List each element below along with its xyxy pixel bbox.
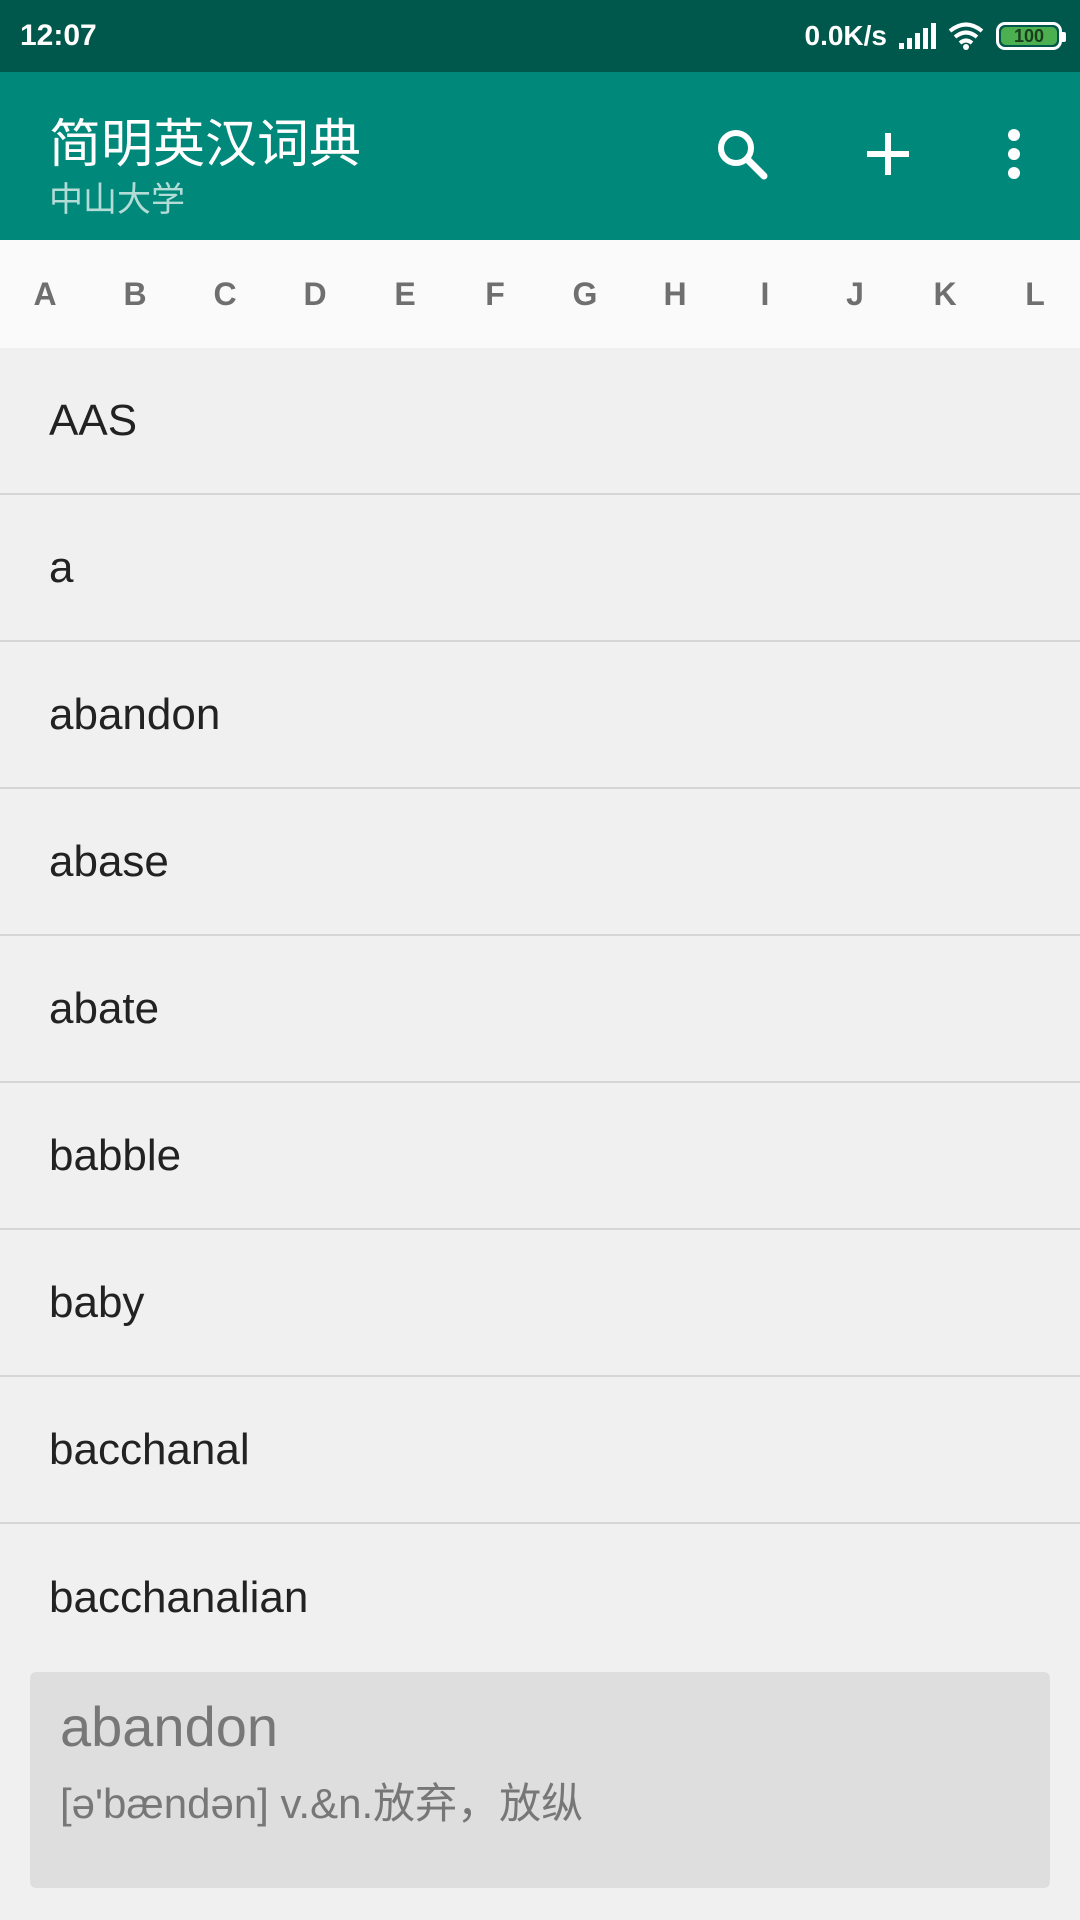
word-list-item[interactable]: a [0,495,1080,642]
battery-level: 100 [1001,26,1057,46]
alphabet-letter-h[interactable]: H [630,276,720,313]
overflow-menu-button[interactable] [974,116,1054,196]
preview-word: abandon [60,1695,279,1758]
app-bar: 简明英汉词典 中山大学 [0,72,1080,240]
word-list-item[interactable]: baby [0,1230,1080,1377]
more-vert-icon [1004,128,1024,185]
word-list-item[interactable]: abase [0,789,1080,936]
alphabet-letter-d[interactable]: D [270,276,360,313]
status-time: 12:07 [20,19,97,52]
alphabet-letter-g[interactable]: G [540,276,630,313]
signal-icon [899,23,936,49]
alphabet-letter-l[interactable]: L [990,276,1080,313]
word-list-item[interactable]: AAS [0,348,1080,495]
word-list-item[interactable]: bacchanalian [0,1524,1080,1671]
search-button[interactable] [702,116,782,196]
status-bar: 12:07 0.0K/s 100 [0,0,1080,72]
alphabet-index-bar: A B C D E F G H I J K L [0,240,1080,348]
alphabet-letter-k[interactable]: K [900,276,990,313]
word-list-item[interactable]: babble [0,1083,1080,1230]
alphabet-letter-a[interactable]: A [0,276,90,313]
word-list-item[interactable]: abandon [0,642,1080,789]
word-list-item[interactable]: bacchanal [0,1377,1080,1524]
status-icons: 0.0K/s 100 [804,20,1066,52]
alphabet-letter-f[interactable]: F [450,276,540,313]
add-word-button[interactable] [848,116,928,196]
battery-icon: 100 [996,22,1066,50]
net-speed: 0.0K/s [804,20,888,51]
alphabet-letter-e[interactable]: E [360,276,450,313]
app-title: 简明英汉词典 [49,116,362,174]
word-list-item[interactable]: abate [0,936,1080,1083]
search-icon [714,126,770,187]
word-list: AAS a abandon abase abate babble baby ba… [0,348,1080,1671]
alphabet-letter-j[interactable]: J [810,276,900,313]
app-subtitle: 中山大学 [49,181,185,219]
preview-definition: [ə'bændən] v.&n.放弃，放纵 [60,1779,584,1827]
alphabet-letter-i[interactable]: I [720,276,810,313]
wifi-icon [948,22,984,50]
plus-icon [864,130,912,183]
word-preview-card[interactable]: abandon [ə'bændən] v.&n.放弃，放纵 [30,1672,1050,1888]
alphabet-letter-c[interactable]: C [180,276,270,313]
alphabet-letter-b[interactable]: B [90,276,180,313]
